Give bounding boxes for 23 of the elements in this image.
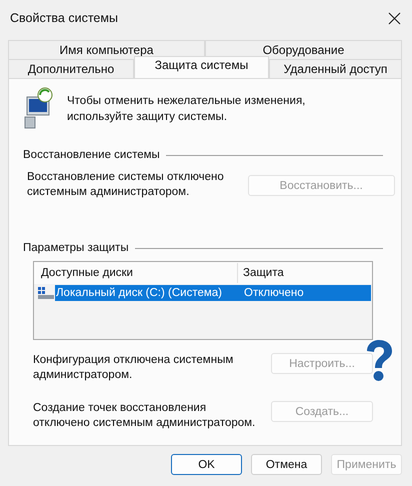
dialog-button[interactable]: OK [171, 454, 242, 475]
tab[interactable]: Защита системы [134, 56, 269, 78]
tab[interactable]: Оборудование [205, 40, 402, 59]
restore-status-text: Восстановление системы отключено системным администратором. [27, 170, 225, 200]
column-header[interactable]: Защита [238, 263, 284, 283]
tab[interactable]: Дополнительно [8, 59, 134, 78]
tab[interactable]: Удаленный доступ [269, 59, 402, 78]
status-text: Конфигурация отключена системным администратором. [33, 353, 234, 383]
column-header[interactable]: Доступные диски [34, 263, 238, 283]
window-title: Свойства системы [10, 11, 118, 25]
drive-name: Локальный диск (C:) (Система) [55, 287, 223, 299]
protection-status: Отключено [243, 287, 304, 299]
close-icon[interactable] [388, 12, 401, 24]
intro-text: Чтобы отменить нежелательные изменения, используйте защиту системы. [67, 94, 306, 125]
tab[interactable]: Имя компьютера [8, 40, 205, 59]
drive-icon [38, 287, 54, 299]
computer-restore-icon [23, 87, 53, 129]
drive-row[interactable]: Локальный диск (C:) (Система) Отключено [55, 285, 371, 301]
dialog-button[interactable]: Отмена [251, 454, 322, 475]
help-icon [365, 339, 393, 383]
group-heading: Параметры защиты [23, 242, 129, 254]
group-heading: Восстановление системы [23, 149, 160, 161]
status-text: Создание точек восстановления отключено системным администратором. [33, 401, 256, 431]
